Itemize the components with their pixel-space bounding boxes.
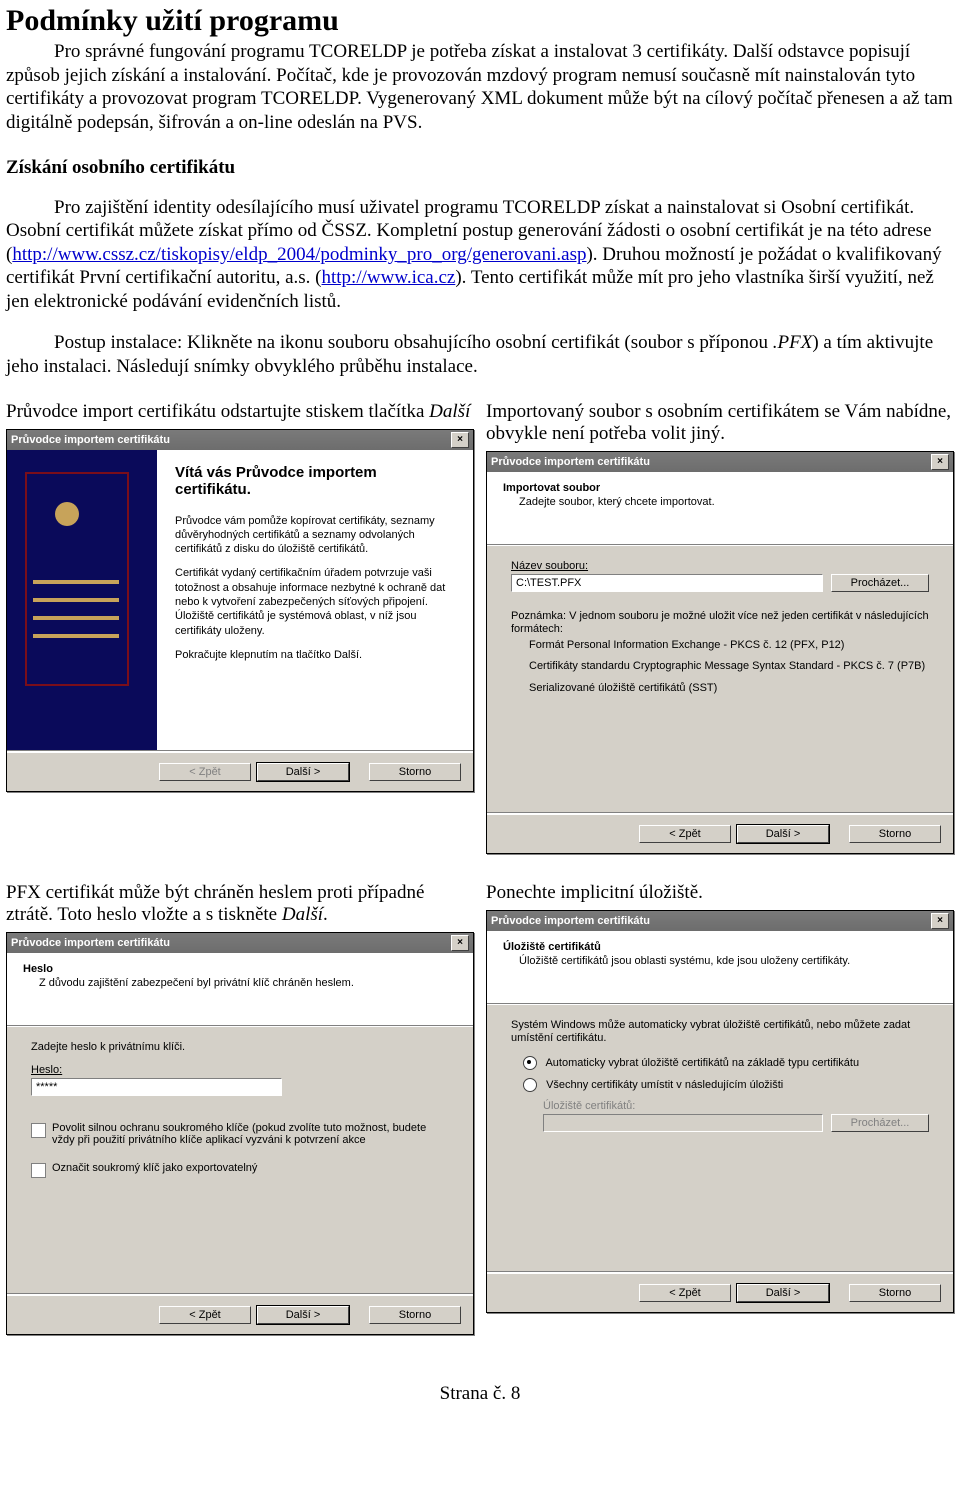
welcome-p3: Pokračujte klepnutím na tlačítko Další.	[175, 648, 455, 662]
caption-store: Ponechte implicitní úložiště.	[486, 882, 954, 904]
browse-button[interactable]: Procházet...	[831, 574, 929, 592]
strong-protection-checkbox[interactable]	[31, 1123, 46, 1138]
close-icon[interactable]: ×	[451, 432, 469, 448]
store-auto-radio[interactable]	[523, 1056, 537, 1070]
next-button[interactable]: Další >	[737, 825, 829, 843]
password-heading: Heslo	[23, 963, 457, 975]
store-auto-label: Automaticky vybrat úložiště certifikátů …	[545, 1057, 859, 1069]
wizard-title: Průvodce importem certifikátu	[11, 434, 170, 446]
intro-paragraph: Pro správné fungování programu TCORELDP …	[6, 40, 954, 134]
page-number: Strana č. 8	[6, 1383, 954, 1417]
close-icon[interactable]: ×	[451, 935, 469, 951]
password-prompt: Zadejte heslo k privátnímu klíči.	[31, 1041, 449, 1055]
back-button: < Zpět	[159, 763, 251, 781]
browse-button: Procházet...	[831, 1114, 929, 1132]
wizard-welcome: Průvodce importem certifikátu × Vítá vás…	[6, 429, 474, 792]
wizard-title: Průvodce importem certifikátu	[11, 937, 170, 949]
caption-wizard-start: Průvodce import certifikátu odstartujte …	[6, 401, 474, 423]
exportable-label: Označit soukromý klíč jako exportovateln…	[52, 1162, 449, 1174]
welcome-heading: Vítá vás Průvodce importem certifikátu.	[175, 464, 455, 498]
wizard-side-graphic	[7, 450, 157, 750]
cancel-button[interactable]: Storno	[369, 763, 461, 781]
next-button[interactable]: Další >	[257, 1306, 349, 1324]
cancel-button[interactable]: Storno	[849, 1284, 941, 1302]
file-label: Název souboru:	[511, 560, 929, 572]
link-ica-cz[interactable]: http://www.ica.cz	[322, 267, 456, 288]
import-format-1: Formát Personal Information Exchange - P…	[529, 639, 929, 653]
personal-cert-paragraph: Pro zajištění identity odesílajícího mus…	[6, 196, 954, 314]
store-paragraph: Systém Windows může automaticky vybrat ú…	[511, 1019, 929, 1046]
store-heading: Úložiště certifikátů	[503, 941, 937, 953]
wizard-title: Průvodce importem certifikátu	[491, 915, 650, 927]
link-cssz-generovani[interactable]: http://www.cssz.cz/tiskopisy/eldp_2004/p…	[12, 244, 586, 265]
store-manual-radio[interactable]	[523, 1078, 537, 1092]
wizard-import-file: Průvodce importem certifikátu × Importov…	[486, 451, 954, 854]
import-note: Poznámka: V jednom souboru je možné ulož…	[511, 610, 929, 637]
welcome-p1: Průvodce vám pomůže kopírovat certifikát…	[175, 514, 455, 557]
import-format-2: Certifikáty standardu Cryptographic Mess…	[529, 660, 929, 674]
password-label: Heslo:	[31, 1064, 449, 1076]
back-button[interactable]: < Zpět	[159, 1306, 251, 1324]
back-button[interactable]: < Zpět	[639, 1284, 731, 1302]
caption-import-file: Importovaný soubor s osobním certifikáte…	[486, 401, 954, 445]
back-button[interactable]: < Zpět	[639, 825, 731, 843]
wizard-password: Průvodce importem certifikátu × Heslo Z …	[6, 932, 474, 1335]
wizard-cert-store: Průvodce importem certifikátu × Úložiště…	[486, 910, 954, 1313]
page-title: Podmínky užití programu	[6, 4, 954, 38]
import-subheading: Zadejte soubor, který chcete importovat.	[519, 496, 937, 508]
password-subheading: Z důvodu zajištění zabezpečení byl privá…	[39, 977, 457, 989]
cancel-button[interactable]: Storno	[849, 825, 941, 843]
cancel-button[interactable]: Storno	[369, 1306, 461, 1324]
file-path-input[interactable]	[511, 574, 823, 592]
install-steps-paragraph: Postup instalace: Klikněte na ikonu soub…	[6, 331, 954, 378]
store-subheading: Úložiště certifikátů jsou oblasti systém…	[519, 955, 937, 967]
password-input[interactable]	[31, 1078, 282, 1096]
close-icon[interactable]: ×	[931, 454, 949, 470]
import-heading: Importovat soubor	[503, 482, 937, 494]
next-button[interactable]: Další >	[257, 763, 349, 781]
strong-protection-label: Povolit silnou ochranu soukromého klíče …	[52, 1122, 449, 1146]
exportable-checkbox[interactable]	[31, 1163, 46, 1178]
wizard-title: Průvodce importem certifikátu	[491, 456, 650, 468]
welcome-p2: Certifikát vydaný certifikačním úřadem p…	[175, 566, 455, 637]
caption-password: PFX certifikát může být chráněn heslem p…	[6, 882, 474, 926]
next-button[interactable]: Další >	[737, 1284, 829, 1302]
store-manual-label: Všechny certifikáty umístit v následujíc…	[546, 1079, 783, 1091]
section-title-personal-cert: Získání osobního certifikátu	[6, 156, 954, 180]
close-icon[interactable]: ×	[931, 913, 949, 929]
store-path-input	[543, 1114, 823, 1132]
store-path-label: Úložiště certifikátů:	[543, 1100, 929, 1112]
import-format-3: Serializované úložiště certifikátů (SST)	[529, 682, 929, 696]
